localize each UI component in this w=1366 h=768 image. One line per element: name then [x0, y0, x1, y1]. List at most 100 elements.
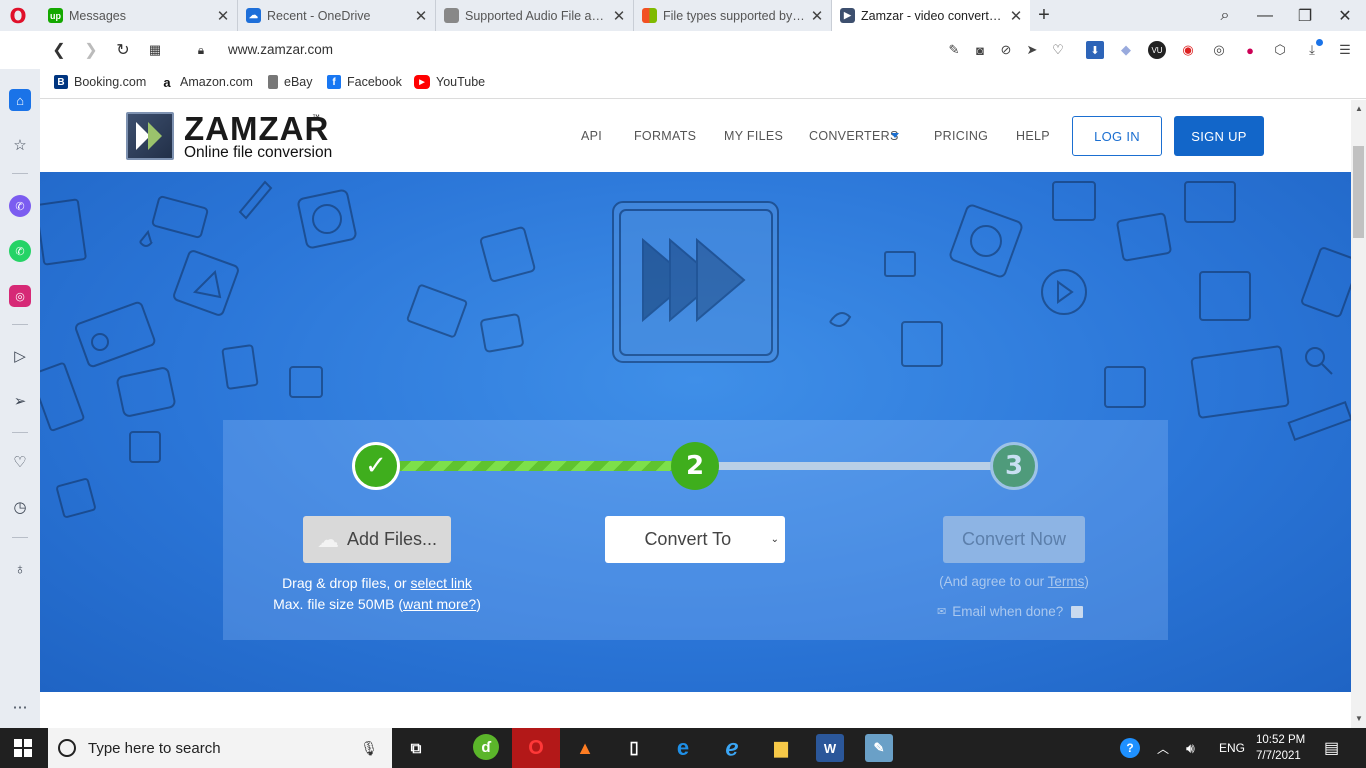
want-more-link[interactable]: want more?: [403, 596, 476, 612]
lightbulb-icon[interactable]: ♁: [9, 558, 31, 580]
player-icon[interactable]: ▷: [9, 345, 31, 367]
close-tab-icon[interactable]: ✕: [213, 7, 233, 25]
nav-api[interactable]: API: [581, 129, 602, 143]
bookmark-ebay[interactable]: eBay: [268, 75, 313, 89]
convert-to-select[interactable]: Convert To ⌄: [605, 516, 785, 563]
scroll-up-icon[interactable]: ▲: [1355, 104, 1363, 113]
close-window-icon[interactable]: ✕: [1325, 0, 1365, 31]
amazon-icon: a: [163, 74, 171, 90]
language-indicator[interactable]: ENG: [1219, 728, 1245, 768]
tab-apple-support[interactable]: Supported Audio File and D ✕: [436, 0, 634, 31]
close-tab-icon[interactable]: ✕: [609, 7, 629, 25]
snapshot-edit-icon[interactable]: ✎: [945, 41, 963, 59]
home-icon[interactable]: ⌂: [9, 89, 31, 111]
extensions-icon[interactable]: ⬡: [1271, 41, 1289, 59]
send-icon[interactable]: ➤: [1023, 41, 1041, 59]
terms-link[interactable]: Terms: [1048, 574, 1085, 589]
clock[interactable]: 10:52 PM 7/7/2021: [1256, 728, 1305, 768]
bookmark-youtube[interactable]: ▶ YouTube: [414, 75, 485, 89]
bookmark-facebook[interactable]: f Facebook: [327, 75, 402, 89]
bookmark-amazon[interactable]: a Amazon.com: [160, 74, 253, 90]
nav-formats[interactable]: FORMATS: [634, 129, 696, 143]
messenger-icon[interactable]: ✆: [9, 195, 31, 217]
agree-paren: ): [1084, 574, 1089, 589]
instagram-icon[interactable]: ◎: [9, 285, 31, 307]
internet-explorer-icon[interactable]: ℯ: [718, 734, 746, 762]
app-tool-icon[interactable]: ✎: [865, 734, 893, 762]
send-icon[interactable]: ➢: [9, 390, 31, 412]
document-icon[interactable]: ▯: [620, 734, 648, 762]
heart-icon[interactable]: ♡: [1049, 41, 1067, 59]
tab-title: Recent - OneDrive: [267, 8, 371, 23]
star-icon[interactable]: ☆: [9, 134, 31, 156]
record-icon[interactable]: ◉: [1179, 41, 1197, 59]
nav-converters[interactable]: CONVERTERS: [809, 129, 899, 143]
restore-icon[interactable]: ❐: [1285, 0, 1325, 31]
facebook-icon: f: [327, 75, 341, 89]
select-link[interactable]: select link: [410, 575, 471, 591]
opera-menu-icon[interactable]: O: [7, 5, 29, 27]
logo-wordmark[interactable]: ZAMZAR: [184, 110, 329, 148]
forward-icon[interactable]: ❯: [80, 39, 102, 61]
upwork-icon: up: [48, 8, 63, 23]
back-icon[interactable]: ❮: [48, 39, 70, 61]
help-tray-icon[interactable]: ?: [1120, 728, 1140, 768]
close-tab-icon[interactable]: ✕: [1006, 7, 1026, 25]
taskbar-search-box[interactable]: Type here to search 🎙︎: [48, 728, 392, 768]
windows-start-icon[interactable]: [14, 739, 32, 757]
tab-search-icon[interactable]: ⌕: [1205, 0, 1245, 31]
history-icon[interactable]: ◷: [9, 496, 31, 518]
notification-dot: [1316, 39, 1323, 46]
more-icon[interactable]: ⋯: [9, 696, 31, 718]
tab-microsoft[interactable]: File types supported by Wi ✕: [634, 0, 832, 31]
easy-setup-icon[interactable]: ☰: [1336, 41, 1354, 59]
whatsapp-icon[interactable]: ✆: [9, 240, 31, 262]
close-tab-icon[interactable]: ✕: [411, 7, 431, 25]
reload-icon[interactable]: ↻: [112, 39, 134, 61]
vpn-extension-icon[interactable]: VU: [1148, 41, 1166, 59]
zamzar-icon: ▶: [840, 8, 855, 23]
tab-zamzar[interactable]: ▶ Zamzar - video converter, a ✕: [832, 0, 1030, 31]
opera-taskbar-icon[interactable]: O: [522, 734, 550, 762]
camera-icon[interactable]: ◙: [971, 41, 989, 59]
zamzar-logo-icon[interactable]: [126, 112, 174, 160]
nav-pricing[interactable]: PRICING: [934, 129, 988, 143]
heart-icon[interactable]: ♡: [9, 451, 31, 473]
volume-icon[interactable]: 🔊︎: [1186, 728, 1195, 768]
email-checkbox[interactable]: [1071, 605, 1084, 618]
close-tab-icon[interactable]: ✕: [807, 7, 827, 25]
file-explorer-icon[interactable]: ▆: [767, 734, 795, 762]
show-hidden-icons[interactable]: ︿: [1157, 728, 1169, 768]
edge-icon[interactable]: e: [669, 734, 697, 762]
nav-my-files[interactable]: MY FILES: [724, 129, 783, 143]
nav-help[interactable]: HELP: [1016, 129, 1050, 143]
tab-messages[interactable]: up Messages ✕: [40, 0, 238, 31]
url-field[interactable]: www.zamzar.com: [228, 42, 333, 57]
scroll-down-icon[interactable]: ▼: [1355, 714, 1363, 723]
bookmark-booking[interactable]: B Booking.com: [54, 75, 146, 89]
minimize-icon[interactable]: —: [1245, 0, 1285, 31]
extension-cube-icon[interactable]: ◆: [1117, 41, 1135, 59]
extension-circle-icon[interactable]: ●: [1241, 41, 1259, 59]
page-scrollbar[interactable]: ▲ ▼: [1351, 100, 1366, 728]
signup-button[interactable]: SIGN UP: [1174, 116, 1264, 156]
task-view-icon[interactable]: ⧉: [402, 734, 430, 762]
new-tab-icon[interactable]: +: [1024, 0, 1064, 31]
app-green-icon[interactable]: ɗ: [473, 734, 499, 760]
login-button[interactable]: LOG IN: [1072, 116, 1162, 156]
screen-record-icon[interactable]: ◎: [1210, 41, 1228, 59]
speed-dial-icon[interactable]: ▦: [144, 39, 166, 61]
convert-now-button[interactable]: Convert Now: [943, 516, 1085, 563]
drag-drop-label: Drag & drop files, or: [282, 575, 407, 591]
add-files-button[interactable]: ☁ Add Files...: [303, 516, 451, 563]
apple-icon: [444, 8, 459, 23]
matlab-icon[interactable]: ▲: [571, 734, 599, 762]
clock-date: 7/7/2021: [1256, 750, 1301, 762]
action-center-icon[interactable]: ▤: [1324, 728, 1339, 768]
microphone-icon[interactable]: 🎙︎: [360, 740, 378, 757]
download-extension-icon[interactable]: ⬇: [1086, 41, 1104, 59]
tab-onedrive[interactable]: ☁ Recent - OneDrive ✕: [238, 0, 436, 31]
adblock-icon[interactable]: ⊘: [997, 41, 1015, 59]
scrollbar-thumb[interactable]: [1353, 146, 1364, 238]
word-icon[interactable]: W: [816, 734, 844, 762]
